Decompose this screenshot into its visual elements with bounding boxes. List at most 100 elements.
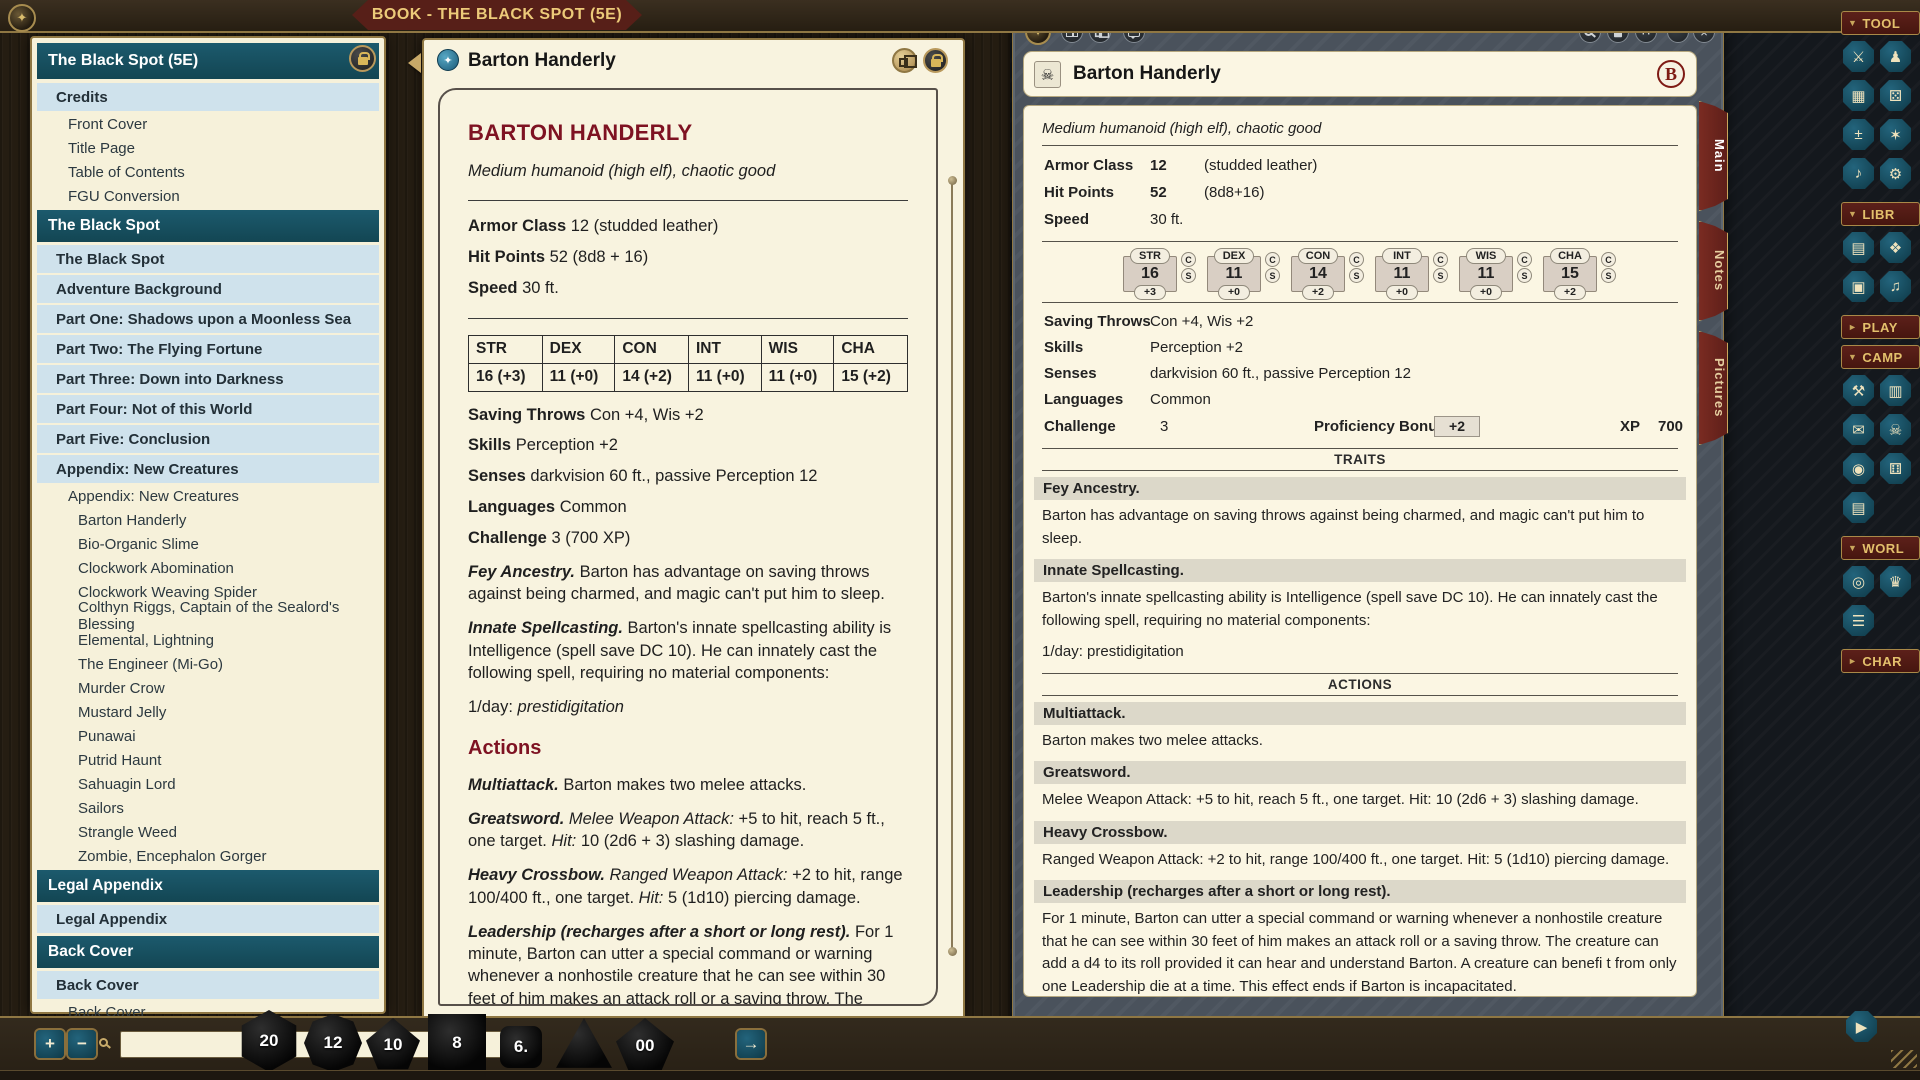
- module-badge[interactable]: B: [1657, 60, 1685, 88]
- tab-pictures[interactable]: Pictures: [1699, 331, 1728, 445]
- items-button[interactable]: ⚒: [1843, 375, 1874, 406]
- save-button[interactable]: S: [1265, 268, 1280, 283]
- index-row-sub[interactable]: The Black Spot: [37, 245, 379, 273]
- entry-header[interactable]: Leadership (recharges after a short or l…: [1034, 880, 1686, 903]
- dice-tower-button[interactable]: ⚄: [1880, 80, 1911, 111]
- d8-die[interactable]: 8: [428, 1014, 486, 1072]
- check-button[interactable]: C: [1517, 252, 1532, 267]
- ability-value-cell[interactable]: 11 (+0): [542, 363, 615, 391]
- check-button[interactable]: C: [1433, 252, 1448, 267]
- index-row-item2[interactable]: Sahuagin Lord: [37, 772, 379, 796]
- ability-value-cell[interactable]: 14 (+2): [615, 363, 689, 391]
- index-row-item[interactable]: Front Cover: [37, 112, 379, 136]
- index-row-sub[interactable]: Part One: Shadows upon a Moonless Sea: [37, 305, 379, 333]
- check-button[interactable]: C: [1349, 252, 1364, 267]
- library-button[interactable]: ▤: [1843, 232, 1874, 263]
- combat-tracker-button[interactable]: ⚔: [1843, 41, 1874, 72]
- parcels-button[interactable]: ✉: [1843, 414, 1874, 445]
- entry-header[interactable]: Heavy Crossbow.: [1034, 821, 1686, 844]
- zoom-in-button[interactable]: +: [36, 1030, 64, 1058]
- ability-badge-dex[interactable]: DEX11+0CS: [1207, 256, 1261, 292]
- zoom-out-button[interactable]: −: [68, 1030, 96, 1058]
- lock-button[interactable]: [923, 48, 948, 73]
- tables-button[interactable]: ⚅: [1880, 453, 1911, 484]
- index-row-item2[interactable]: Barton Handerly: [37, 508, 379, 532]
- index-row-sub[interactable]: Credits: [37, 83, 379, 111]
- index-row-sub[interactable]: Part Two: The Flying Fortune: [37, 335, 379, 363]
- index-row-item2[interactable]: Bio-Organic Slime: [37, 532, 379, 556]
- collapse-index-arrow-icon[interactable]: [408, 53, 421, 73]
- ability-badge-cha[interactable]: CHA15+2CS: [1543, 256, 1597, 292]
- d100-die[interactable]: 00: [616, 1018, 674, 1074]
- index-row-item[interactable]: Table of Contents: [37, 160, 379, 184]
- check-button[interactable]: C: [1601, 252, 1616, 267]
- entry-header[interactable]: Greatsword.: [1034, 761, 1686, 784]
- ability-value-cell[interactable]: 11 (+0): [688, 363, 761, 391]
- ability-badge-int[interactable]: INT11+0CS: [1375, 256, 1429, 292]
- quests-button[interactable]: ♛: [1880, 566, 1911, 597]
- scrollbar[interactable]: [951, 180, 953, 952]
- modules-button[interactable]: ❖: [1880, 232, 1911, 263]
- index-row-item[interactable]: FGU Conversion: [37, 184, 379, 208]
- calendar-button[interactable]: ▦: [1843, 80, 1874, 111]
- options-button[interactable]: ⚙: [1880, 158, 1911, 189]
- copy-button[interactable]: [892, 48, 917, 73]
- save-button[interactable]: S: [1433, 268, 1448, 283]
- story-button[interactable]: ☰: [1843, 605, 1874, 636]
- effects-button[interactable]: ✶: [1880, 119, 1911, 150]
- d10-die[interactable]: 10: [366, 1018, 420, 1072]
- index-row-sub[interactable]: Legal Appendix: [37, 905, 379, 933]
- sidebar-section-camp[interactable]: ▼CAMP: [1841, 345, 1920, 369]
- index-row-item2[interactable]: Colthyn Riggs, Captain of the Sealord's …: [37, 604, 379, 628]
- index-row-item2[interactable]: Strangle Weed: [37, 820, 379, 844]
- party-sheet-button[interactable]: ♟: [1880, 41, 1911, 72]
- ability-badge-wis[interactable]: WIS11+0CS: [1459, 256, 1513, 292]
- modifiers-button[interactable]: ±: [1843, 119, 1874, 150]
- save-button[interactable]: S: [1601, 268, 1616, 283]
- soundboard-button[interactable]: ♪: [1843, 158, 1874, 189]
- book-page-header[interactable]: ✦ Barton Handerly: [424, 40, 963, 82]
- save-button[interactable]: S: [1349, 268, 1364, 283]
- images-button[interactable]: ▥: [1880, 375, 1911, 406]
- lock-button[interactable]: [349, 45, 376, 72]
- ability-badge-str[interactable]: STR16+3CS: [1123, 256, 1177, 292]
- fg-dragon-logo-icon[interactable]: ✦: [8, 4, 36, 32]
- index-row-item2[interactable]: Punawai: [37, 724, 379, 748]
- index-row-item2[interactable]: Mustard Jelly: [37, 700, 379, 724]
- ability-value-cell[interactable]: 15 (+2): [834, 363, 908, 391]
- sidebar-section-char[interactable]: ►CHAR: [1841, 649, 1920, 673]
- npc-type-button[interactable]: ☠: [1034, 61, 1061, 88]
- player-view-button[interactable]: ▶: [1846, 1011, 1877, 1042]
- entry-header[interactable]: Multiattack.: [1034, 702, 1686, 725]
- index-row-sub[interactable]: Appendix: New Creatures: [37, 455, 379, 483]
- index-row-item2[interactable]: Putrid Haunt: [37, 748, 379, 772]
- d20-die[interactable]: 20: [238, 1010, 300, 1072]
- npcs-button[interactable]: ☠: [1880, 414, 1911, 445]
- d6-die[interactable]: 6.: [500, 1026, 542, 1068]
- save-button[interactable]: S: [1181, 268, 1196, 283]
- d12-die[interactable]: 12: [304, 1014, 362, 1072]
- sidebar-section-worl[interactable]: ▼WORL: [1841, 536, 1920, 560]
- d4-die[interactable]: [556, 1018, 612, 1070]
- submit-arrow-button[interactable]: →: [737, 1030, 765, 1058]
- proficiency-bonus-field[interactable]: +2: [1434, 416, 1480, 437]
- ability-badge-con[interactable]: CON14+2CS: [1291, 256, 1345, 292]
- ability-value-cell[interactable]: 11 (+0): [761, 363, 834, 391]
- entry-header[interactable]: Innate Spellcasting.: [1034, 559, 1686, 582]
- index-row-item[interactable]: Appendix: New Creatures: [37, 484, 379, 508]
- sidebar-section-tool[interactable]: ▼TOOL: [1841, 11, 1920, 35]
- index-row-item2[interactable]: The Engineer (Mi-Go): [37, 652, 379, 676]
- check-button[interactable]: C: [1181, 252, 1196, 267]
- index-row-banner[interactable]: Back Cover: [37, 936, 379, 968]
- sounds-button[interactable]: ♫: [1880, 271, 1911, 302]
- save-button[interactable]: S: [1517, 268, 1532, 283]
- index-row-banner[interactable]: The Black Spot: [37, 210, 379, 242]
- ability-value-cell[interactable]: 16 (+3): [469, 363, 543, 391]
- index-row-sub[interactable]: Part Three: Down into Darkness: [37, 365, 379, 393]
- currency-button[interactable]: ◉: [1843, 453, 1874, 484]
- index-row-item2[interactable]: Zombie, Encephalon Gorger: [37, 844, 379, 868]
- check-button[interactable]: C: [1265, 252, 1280, 267]
- index-row-item2[interactable]: Elemental, Lightning: [37, 628, 379, 652]
- index-row-item2[interactable]: Clockwork Abomination: [37, 556, 379, 580]
- index-row-sub[interactable]: Part Four: Not of this World: [37, 395, 379, 423]
